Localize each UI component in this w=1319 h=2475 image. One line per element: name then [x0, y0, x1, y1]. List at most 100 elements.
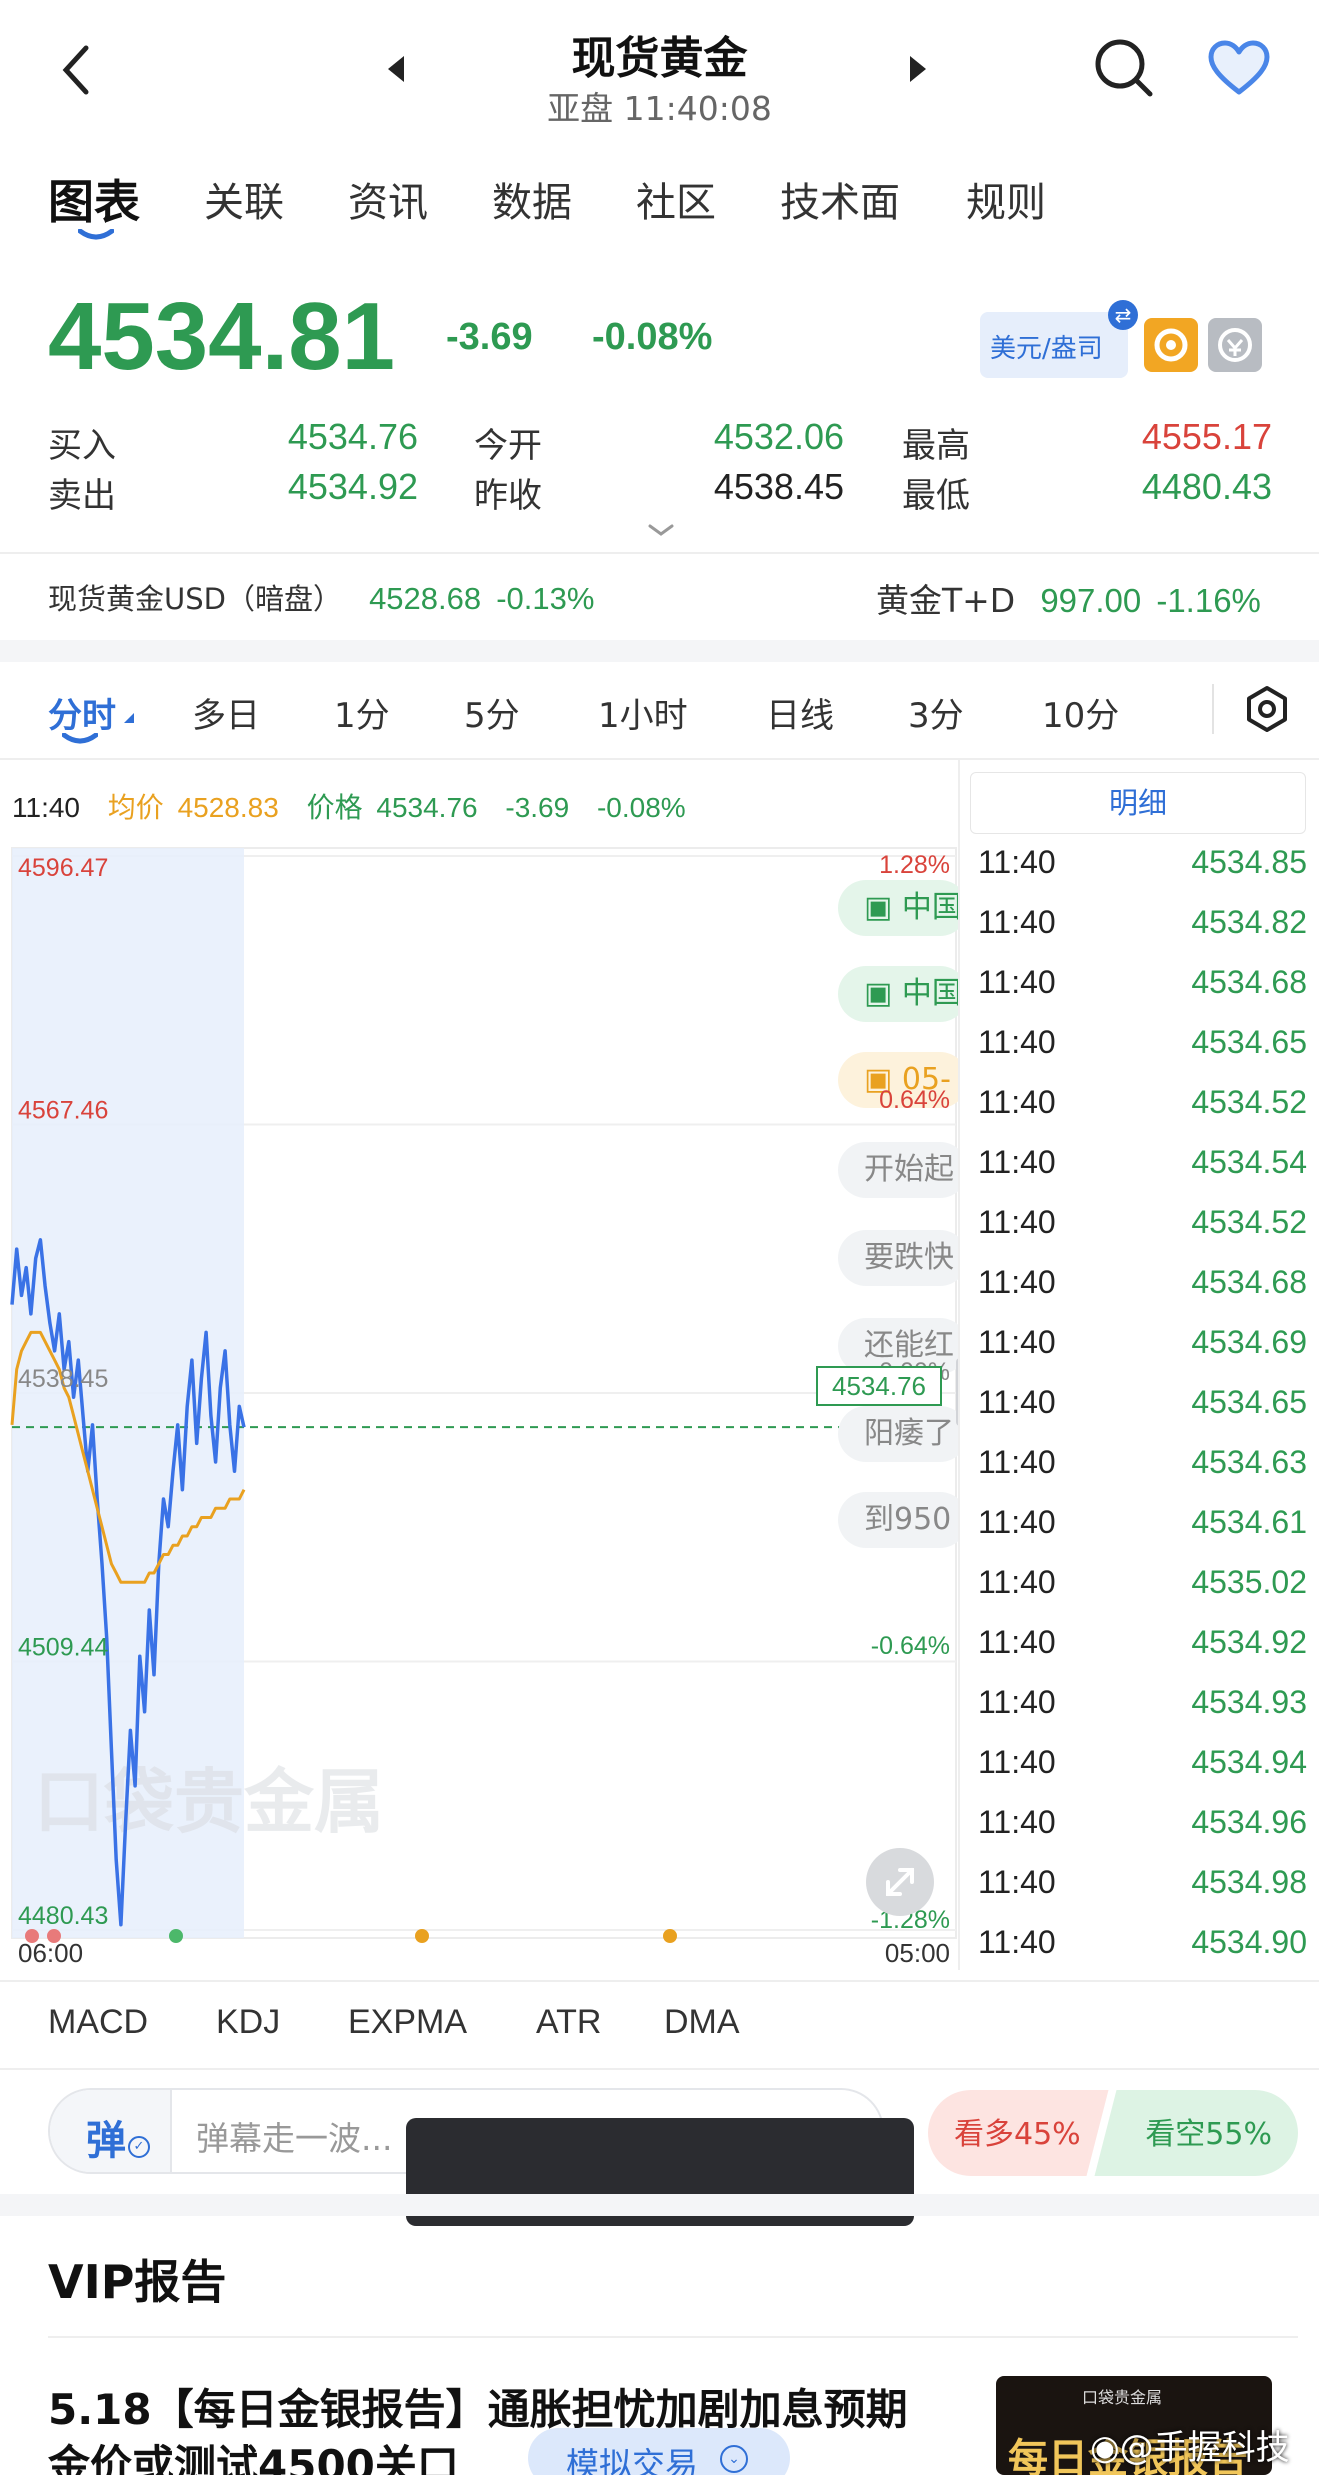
- detail-row: 11:40 4534.52: [958, 1080, 1319, 1140]
- detail-row: 11:40 4534.65: [958, 1380, 1319, 1440]
- bear-label: 看空55%: [1145, 2117, 1272, 2152]
- news-pill[interactable]: ▣ 中国: [838, 880, 968, 936]
- vip-section-title: VIP报告: [48, 2255, 227, 2309]
- indicator-atr[interactable]: ATR: [536, 2003, 601, 2042]
- tab-data[interactable]: 数据: [492, 170, 572, 228]
- expand-quote-button[interactable]: [644, 520, 678, 540]
- detail-row-time: 11:40: [978, 1684, 1056, 1720]
- period-3min[interactable]: 3分: [908, 688, 964, 737]
- news-pill[interactable]: ▣ 中国: [838, 966, 968, 1022]
- bid-label: 买入: [48, 426, 116, 466]
- detail-row: 11:40 4534.93: [958, 1680, 1319, 1740]
- danmu-placeholder: 弹幕走一波...: [196, 2119, 393, 2158]
- period-1min[interactable]: 1分: [334, 688, 390, 737]
- price-change: -3.69: [446, 316, 533, 358]
- indicator-macd[interactable]: MACD: [48, 2003, 148, 2042]
- detail-row-price: 4534.52: [1191, 1084, 1307, 1120]
- event-dot: [415, 1929, 429, 1943]
- next-symbol-button[interactable]: [906, 54, 936, 88]
- period-5min[interactable]: 5分: [464, 688, 520, 737]
- sentiment-bar[interactable]: 看多45% 看空55%: [928, 2090, 1298, 2176]
- detail-row-price: 4534.65: [1191, 1384, 1307, 1420]
- detail-row: 11:40 4534.85: [958, 840, 1319, 900]
- related-left-price: 4528.68: [369, 581, 482, 616]
- detail-row-price: 4534.61: [1191, 1504, 1307, 1540]
- y-left-tick: 4596.47: [18, 854, 108, 882]
- favorite-button[interactable]: [1208, 40, 1272, 100]
- detail-row: 11:40 4534.68: [958, 1260, 1319, 1320]
- detail-row-time: 11:40: [978, 1264, 1056, 1300]
- refresh-button[interactable]: [1144, 318, 1198, 372]
- sim-trade-button[interactable]: 模拟交易 ⌄: [528, 2428, 790, 2475]
- tab-community[interactable]: 社区: [636, 170, 716, 228]
- prev-close-value: 4538.45: [713, 466, 844, 507]
- related-right-pct: -1.16%: [1156, 582, 1261, 619]
- search-button[interactable]: [1092, 36, 1156, 100]
- article-title-line1: 5.18【每日金银报告】通胀担忧加剧加息预期: [48, 2385, 908, 2434]
- detail-row: 11:40 4534.69: [958, 1320, 1319, 1380]
- comment-pill[interactable]: 阳痿了: [838, 1406, 968, 1462]
- tab-active-indicator: [77, 226, 115, 240]
- intraday-chart[interactable]: 口袋贵金属 4596.47 4567.46 4538.45 4509.44 4480.4…: [0, 846, 960, 1976]
- related-left-name: 现货黄金USD（暗盘）: [48, 582, 342, 616]
- chart-watermark: 口袋贵金属: [34, 1761, 384, 1843]
- indicator-dma[interactable]: DMA: [664, 2003, 740, 2042]
- detail-row: 11:40 4534.94: [958, 1740, 1319, 1800]
- settings-badge-button[interactable]: [1208, 318, 1262, 372]
- comment-pill[interactable]: 要跌快: [838, 1230, 968, 1286]
- period-daily[interactable]: 日线: [766, 688, 834, 737]
- detail-header-tab[interactable]: 明细: [970, 772, 1306, 834]
- detail-row: 11:40 4534.63: [958, 1440, 1319, 1500]
- comment-pill[interactable]: 到950: [838, 1492, 968, 1548]
- detail-row: 11:40 4534.90: [958, 1920, 1319, 1980]
- detail-row-time: 11:40: [978, 1864, 1056, 1900]
- swap-icon: ⇄: [1108, 300, 1138, 330]
- unit-switch-button[interactable]: 美元/盎司 ⇄: [980, 300, 1138, 378]
- chart-info-price: 4534.76: [376, 792, 478, 823]
- period-multiday[interactable]: 多日: [192, 688, 260, 737]
- weibo-icon: ◉: [1090, 2428, 1120, 2468]
- expand-icon: [886, 1868, 914, 1896]
- tab-chart[interactable]: 图表: [48, 166, 140, 232]
- currency-gear-icon: [1218, 328, 1252, 362]
- tab-technical[interactable]: 技术面: [780, 170, 900, 228]
- detail-row-price: 4534.54: [1191, 1144, 1307, 1180]
- comment-pill[interactable]: 开始起: [838, 1142, 968, 1198]
- related-right-row[interactable]: 黄金T+D 997.00 -1.16%: [876, 574, 1261, 620]
- y-left-tick: 4567.46: [18, 1097, 108, 1125]
- indicator-kdj[interactable]: KDJ: [216, 2003, 280, 2042]
- y-right-tick: 0.64%: [879, 1086, 950, 1114]
- triangle-right-icon: [910, 56, 926, 82]
- detail-row: 11:40 4534.65: [958, 1020, 1319, 1080]
- bid-value: 4534.76: [287, 416, 418, 457]
- section-gap: [0, 2194, 1319, 2216]
- tab-rules[interactable]: 规则: [966, 170, 1046, 228]
- chart-settings-button[interactable]: [1240, 682, 1294, 736]
- period-dropdown-icon: [122, 710, 136, 724]
- chart-info-time: 11:40: [12, 792, 80, 823]
- detail-row-time: 11:40: [978, 1924, 1056, 1960]
- indicator-expma[interactable]: EXPMA: [348, 2003, 467, 2042]
- detail-row-price: 4534.98: [1191, 1864, 1307, 1900]
- chevron-down-circle-icon: ⌄: [720, 2445, 748, 2473]
- fullscreen-button[interactable]: [866, 1848, 934, 1916]
- period-10min[interactable]: 10分: [1042, 688, 1119, 737]
- detail-row-time: 11:40: [978, 1804, 1056, 1840]
- period-1hour[interactable]: 1小时: [598, 688, 688, 737]
- related-left-row[interactable]: 现货黄金USD（暗盘） 4528.68 -0.13%: [48, 576, 594, 620]
- detail-row-time: 11:40: [978, 1504, 1056, 1540]
- detail-row-time: 11:40: [978, 1144, 1056, 1180]
- high-value: 4555.17: [1141, 416, 1272, 457]
- hexagon-settings-icon: [1247, 686, 1287, 732]
- detail-row: 11:40 4535.02: [958, 1560, 1319, 1620]
- detail-row-time: 11:40: [978, 844, 1056, 880]
- tab-related[interactable]: 关联: [204, 170, 284, 228]
- detail-row-time: 11:40: [978, 1324, 1056, 1360]
- detail-row-time: 11:40: [978, 1444, 1056, 1480]
- chart-info-line: 11:40 均价 4528.83 价格 4534.76 -3.69 -0.08%: [12, 786, 686, 826]
- divider: [48, 2336, 1298, 2338]
- related-right-name: 黄金T+D: [876, 581, 1016, 620]
- chart-info-pct: -0.08%: [596, 792, 686, 823]
- tab-news[interactable]: 资讯: [348, 170, 428, 228]
- detail-row-price: 4534.68: [1191, 1264, 1307, 1300]
